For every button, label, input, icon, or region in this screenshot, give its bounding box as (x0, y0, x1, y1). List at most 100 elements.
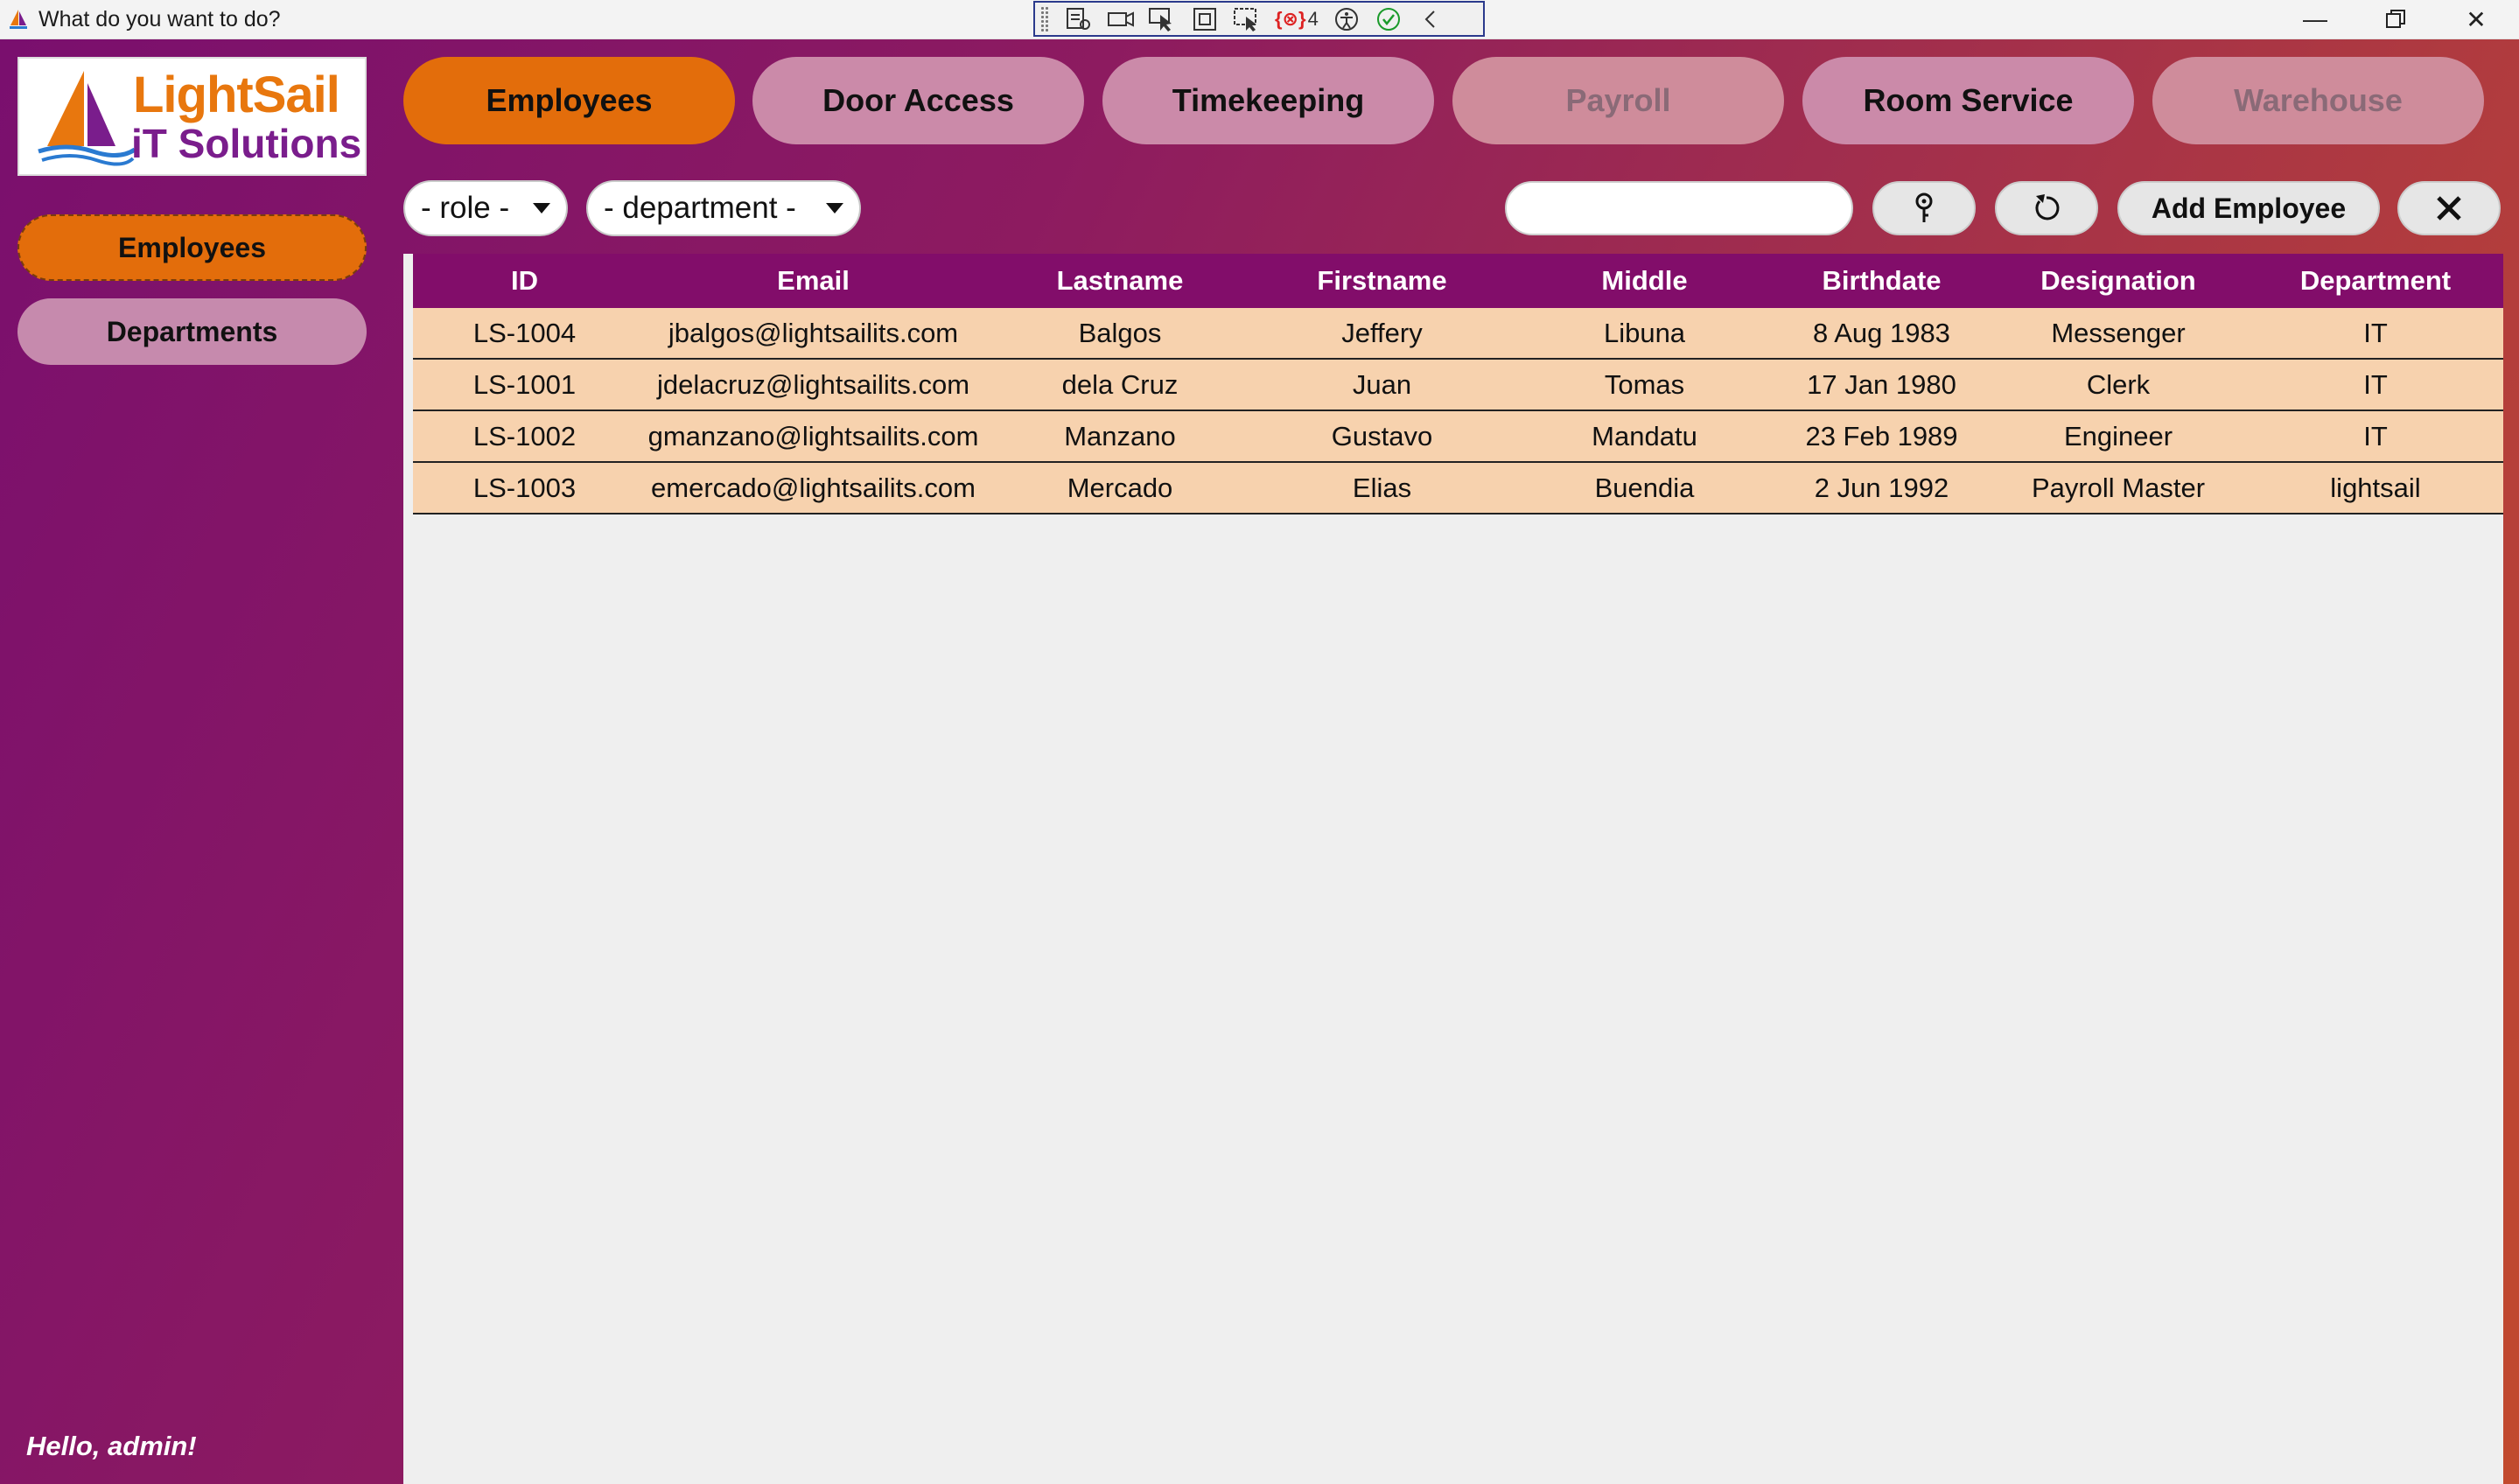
close-window-icon[interactable]: ✕ (2436, 0, 2516, 38)
column-header-birthdate[interactable]: Birthdate (1774, 254, 1989, 308)
app-window: What do you want to do? {⊗} 4 — ✕ LightS… (0, 0, 2519, 1484)
add-employee-button[interactable]: Add Employee (2117, 181, 2380, 235)
cell-department: lightsail (2330, 472, 2421, 503)
title-bar: What do you want to do? {⊗} 4 — ✕ (0, 0, 2519, 39)
binding-failure-count: 4 (1307, 7, 1319, 30)
cell-department: IT (2363, 368, 2388, 400)
cell-department: IT (2363, 420, 2388, 452)
sidebar-item-departments[interactable]: Departments (17, 298, 367, 365)
cell-designation: Messenger (2051, 317, 2186, 348)
track-focus-icon[interactable] (1226, 4, 1268, 35)
cell-id: LS-1004 (472, 317, 577, 348)
sidebar-item-label: Employees (118, 231, 266, 263)
cell-firstname: Gustavo (1331, 420, 1433, 452)
app-icon (10, 10, 27, 29)
table-row[interactable]: LS-1002 gmanzano@lightsailits.com Manzan… (413, 411, 2503, 463)
tab-label: Room Service (1863, 82, 2074, 118)
chevron-down-icon (826, 203, 843, 214)
tab-label: Timekeeping (1172, 82, 1365, 118)
cell-designation: Payroll Master (2031, 472, 2206, 503)
cell-email: jbalgos@lightsailits.com (668, 317, 959, 348)
column-header-firstname[interactable]: Firstname (1249, 254, 1515, 308)
tab-label: Payroll (1565, 82, 1671, 118)
cell-id: LS-1003 (472, 472, 577, 503)
layout-adorners-icon[interactable] (1184, 4, 1226, 35)
add-employee-label: Add Employee (2151, 192, 2347, 224)
cell-email: gmanzano@lightsailits.com (647, 420, 979, 452)
department-dropdown-value: - department - (604, 191, 796, 225)
cell-lastname: Balgos (1078, 317, 1162, 348)
cell-email: emercado@lightsailits.com (651, 472, 976, 503)
table-header: ID Email Lastname Firstname Middle Birth… (413, 254, 2503, 308)
cell-lastname: dela Cruz (1061, 368, 1179, 400)
minimize-icon[interactable]: — (2275, 0, 2355, 38)
toolbar-grip-icon[interactable] (1040, 5, 1049, 32)
sidebar-item-employees[interactable]: Employees (17, 214, 367, 281)
cell-email: jdelacruz@lightsailits.com (656, 368, 970, 400)
cell-firstname: Elias (1352, 472, 1412, 503)
tab-timekeeping[interactable]: Timekeeping (1102, 57, 1434, 144)
greeting-text: Hello, admin! (26, 1431, 197, 1461)
cell-birthdate: 8 Aug 1983 (1813, 317, 1950, 348)
live-visual-tree-icon[interactable] (1058, 4, 1100, 35)
debug-toolbar: {⊗} 4 (1033, 1, 1485, 37)
table-row[interactable]: LS-1001 jdelacruz@lightsailits.com dela … (413, 360, 2503, 411)
tab-payroll: Payroll (1452, 57, 1784, 144)
collapse-toolbar-icon[interactable] (1410, 4, 1452, 35)
logo-text-it-solutions: iT Solutions (131, 121, 362, 166)
refresh-button[interactable] (1995, 181, 2098, 235)
restore-icon[interactable] (2355, 0, 2436, 38)
sailboat-logo-icon (38, 71, 136, 166)
column-header-email[interactable]: Email (636, 254, 990, 308)
cell-firstname: Juan (1352, 368, 1412, 400)
sidebar-item-label: Departments (106, 315, 278, 347)
department-dropdown[interactable]: - department - (586, 180, 861, 236)
cell-lastname: Manzano (1064, 420, 1176, 452)
select-element-icon[interactable] (1142, 4, 1184, 35)
cell-birthdate: 2 Jun 1992 (1814, 472, 1949, 503)
tab-door-access[interactable]: Door Access (752, 57, 1084, 144)
cell-middle: Mandatu (1592, 420, 1697, 452)
column-header-designation[interactable]: Designation (1989, 254, 2248, 308)
tab-label: Warehouse (2234, 82, 2403, 118)
key-search-icon (1915, 192, 1933, 222)
check-icon[interactable] (1368, 4, 1410, 35)
tab-employees[interactable]: Employees (403, 57, 735, 144)
search-input[interactable] (1505, 181, 1853, 235)
binding-failures-badge[interactable]: {⊗} 4 (1275, 8, 1319, 31)
accessibility-icon[interactable] (1326, 4, 1368, 35)
binding-failure-icon: {⊗} (1275, 7, 1306, 30)
column-header-department[interactable]: Department (2248, 254, 2503, 308)
refresh-icon (2035, 194, 2060, 220)
search-button[interactable] (1872, 181, 1976, 235)
tab-room-service[interactable]: Room Service (1802, 57, 2134, 144)
app-body: LightSail iT Solutions Employees Departm… (0, 39, 2519, 1484)
tab-label: Employees (486, 82, 653, 118)
column-header-middle[interactable]: Middle (1515, 254, 1774, 308)
cell-lastname: Mercado (1067, 472, 1173, 503)
cell-middle: Libuna (1603, 317, 1686, 348)
close-panel-button[interactable] (2397, 181, 2501, 235)
company-logo: LightSail iT Solutions (17, 57, 367, 176)
table-body: LS-1004 jbalgos@lightsailits.com Balgos … (413, 308, 2503, 514)
cell-designation: Clerk (2086, 368, 2151, 400)
cell-middle: Buendia (1594, 472, 1695, 503)
column-header-lastname[interactable]: Lastname (990, 254, 1249, 308)
horizontal-scrollbar[interactable]: ‹ › (403, 1480, 2503, 1484)
logo-text-lightsail: LightSail (133, 66, 340, 123)
table-row[interactable]: LS-1003 emercado@lightsailits.com Mercad… (413, 463, 2503, 514)
cell-department: IT (2363, 317, 2388, 348)
cell-middle: Tomas (1604, 368, 1685, 400)
cell-designation: Engineer (2063, 420, 2173, 452)
record-video-icon[interactable] (1100, 4, 1142, 35)
table-row[interactable]: LS-1004 jbalgos@lightsailits.com Balgos … (413, 308, 2503, 360)
chevron-down-icon (533, 203, 550, 214)
tab-label: Door Access (822, 82, 1014, 118)
cell-birthdate: 17 Jan 1980 (1807, 368, 1956, 400)
tab-warehouse: Warehouse (2152, 57, 2484, 144)
role-dropdown-value: - role - (421, 191, 510, 225)
cell-firstname: Jeffery (1341, 317, 1423, 348)
cell-id: LS-1001 (472, 368, 577, 400)
role-dropdown[interactable]: - role - (403, 180, 568, 236)
column-header-id[interactable]: ID (413, 254, 636, 308)
